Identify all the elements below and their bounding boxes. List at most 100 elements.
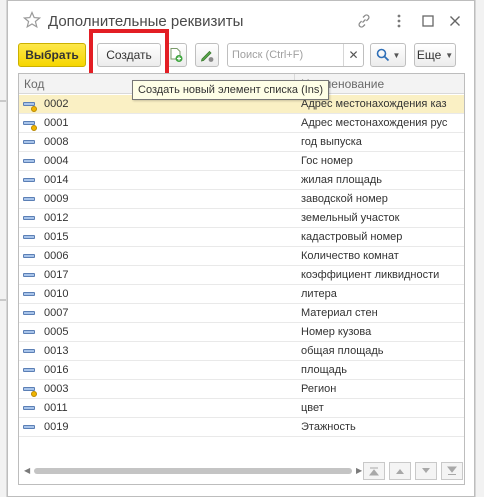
chevron-down-icon: ▼ bbox=[392, 50, 401, 60]
scroll-right-icon[interactable]: ▶ bbox=[356, 466, 362, 475]
table-row[interactable]: 0013 общая площадь bbox=[19, 342, 464, 361]
row-name: год выпуска bbox=[301, 136, 362, 148]
background-row-mark bbox=[0, 299, 6, 301]
table-row[interactable]: 0017 коэффициент ликвидности bbox=[19, 266, 464, 285]
scroll-bottom-icon bbox=[447, 466, 457, 475]
chevron-down-icon: ▼ bbox=[445, 50, 454, 60]
table-row[interactable]: 0014 жилая площадь bbox=[19, 171, 464, 190]
attribute-item-icon bbox=[23, 310, 37, 322]
row-name: Гос номер bbox=[301, 155, 353, 167]
attribute-item-icon bbox=[23, 405, 37, 417]
row-code: 0007 bbox=[44, 307, 69, 319]
table-row[interactable]: 0006 Количество комнат bbox=[19, 247, 464, 266]
row-name: жилая площадь bbox=[301, 174, 382, 186]
row-name: общая площадь bbox=[301, 345, 384, 357]
row-name: цвет bbox=[301, 402, 324, 414]
clear-search-button[interactable]: ✕ bbox=[343, 44, 363, 66]
attribute-item-icon bbox=[23, 348, 37, 360]
attribute-item-icon bbox=[23, 120, 37, 132]
row-code: 0019 bbox=[44, 421, 69, 433]
background-row-mark bbox=[0, 100, 6, 102]
table-row[interactable]: 0008 год выпуска bbox=[19, 133, 464, 152]
table-body: 0002 Адрес местонахождения каз 0001 Адрес м… bbox=[19, 95, 464, 437]
table-row[interactable]: 0015 кадастровый номер bbox=[19, 228, 464, 247]
dialog-window: Дополнительные реквизиты Выбрать Создать bbox=[7, 0, 475, 497]
scroll-to-top-button[interactable] bbox=[363, 462, 385, 480]
row-name: Количество комнат bbox=[301, 250, 399, 262]
row-code: 0003 bbox=[44, 383, 69, 395]
table-row[interactable]: 0005 Номер кузова bbox=[19, 323, 464, 342]
close-icon: ✕ bbox=[348, 48, 359, 62]
maximize-icon[interactable] bbox=[419, 12, 437, 30]
table-row[interactable]: 0016 площадь bbox=[19, 361, 464, 380]
table-row[interactable]: 0011 цвет bbox=[19, 399, 464, 418]
attribute-item-icon bbox=[23, 291, 37, 303]
more-button-label: Еще bbox=[416, 48, 442, 62]
scroll-down-button[interactable] bbox=[415, 462, 437, 480]
row-name: Этажность bbox=[301, 421, 356, 433]
row-code: 0016 bbox=[44, 364, 69, 376]
row-name: заводской номер bbox=[301, 193, 388, 205]
close-icon[interactable] bbox=[446, 12, 464, 30]
scroll-down-icon bbox=[422, 468, 430, 473]
row-code: 0017 bbox=[44, 269, 69, 281]
column-header-code[interactable]: Код bbox=[24, 77, 44, 91]
attribute-item-icon bbox=[23, 234, 37, 246]
table-row[interactable]: 0007 Материал стен bbox=[19, 304, 464, 323]
row-name: литера bbox=[301, 288, 337, 300]
search-field[interactable]: ✕ bbox=[227, 43, 364, 67]
row-code: 0015 bbox=[44, 231, 69, 243]
horizontal-scrollbar[interactable]: ◀ ▶ bbox=[24, 465, 364, 477]
scroll-up-icon bbox=[396, 469, 404, 474]
star-icon[interactable] bbox=[23, 11, 41, 29]
row-code: 0009 bbox=[44, 193, 69, 205]
attribute-item-icon bbox=[23, 196, 37, 208]
choose-button[interactable]: Выбрать bbox=[18, 43, 86, 67]
table-row[interactable]: 0003 Регион bbox=[19, 380, 464, 399]
scroll-up-button[interactable] bbox=[389, 462, 411, 480]
table-row[interactable]: 0009 заводской номер bbox=[19, 190, 464, 209]
attribute-item-icon bbox=[23, 424, 37, 436]
edit-button[interactable] bbox=[195, 43, 219, 67]
tooltip: Создать новый элемент списка (Ins) bbox=[132, 80, 330, 100]
row-name: земельный участок bbox=[301, 212, 400, 224]
row-name: Материал стен bbox=[301, 307, 378, 319]
row-code: 0013 bbox=[44, 345, 69, 357]
search-input[interactable] bbox=[232, 47, 340, 63]
attribute-item-icon bbox=[23, 101, 37, 113]
row-code: 0004 bbox=[44, 155, 69, 167]
scrollbar-thumb[interactable] bbox=[34, 468, 352, 474]
background-right-panel bbox=[475, 0, 484, 497]
window-title: Дополнительные реквизиты bbox=[48, 13, 244, 30]
table-row[interactable]: 0010 литера bbox=[19, 285, 464, 304]
title-bar: Дополнительные реквизиты bbox=[8, 1, 474, 41]
attribute-item-icon bbox=[23, 367, 37, 379]
scroll-left-icon[interactable]: ◀ bbox=[24, 466, 30, 475]
more-vertical-icon[interactable] bbox=[390, 12, 408, 30]
table-row[interactable]: 0012 земельный участок bbox=[19, 209, 464, 228]
row-code: 0010 bbox=[44, 288, 69, 300]
row-name: кадастровый номер bbox=[301, 231, 403, 243]
table-row[interactable]: 0001 Адрес местонахождения рус bbox=[19, 114, 464, 133]
more-button[interactable]: Еще ▼ bbox=[414, 43, 456, 67]
scroll-to-bottom-button[interactable] bbox=[441, 462, 463, 480]
attribute-item-icon bbox=[23, 177, 37, 189]
row-code: 0011 bbox=[44, 402, 68, 414]
table-row[interactable]: 0004 Гос номер bbox=[19, 152, 464, 171]
row-code: 0012 bbox=[44, 212, 69, 224]
search-icon bbox=[376, 48, 389, 62]
link-icon[interactable] bbox=[355, 12, 373, 30]
scroll-top-icon bbox=[369, 467, 379, 476]
table-row[interactable]: 0019 Этажность bbox=[19, 418, 464, 437]
attribute-item-icon bbox=[23, 215, 37, 227]
search-button[interactable]: ▼ bbox=[370, 43, 406, 67]
row-code: 0001 bbox=[44, 117, 69, 129]
background-left-panel bbox=[0, 0, 7, 497]
attribute-item-icon bbox=[23, 253, 37, 265]
attribute-item-icon bbox=[23, 272, 37, 284]
records-table: Код Наименование 0002 Адрес местонахожден… bbox=[18, 73, 465, 485]
row-code: 0005 bbox=[44, 326, 69, 338]
highlight-frame bbox=[89, 29, 169, 79]
row-code: 0008 bbox=[44, 136, 69, 148]
row-code: 0002 bbox=[44, 98, 69, 110]
